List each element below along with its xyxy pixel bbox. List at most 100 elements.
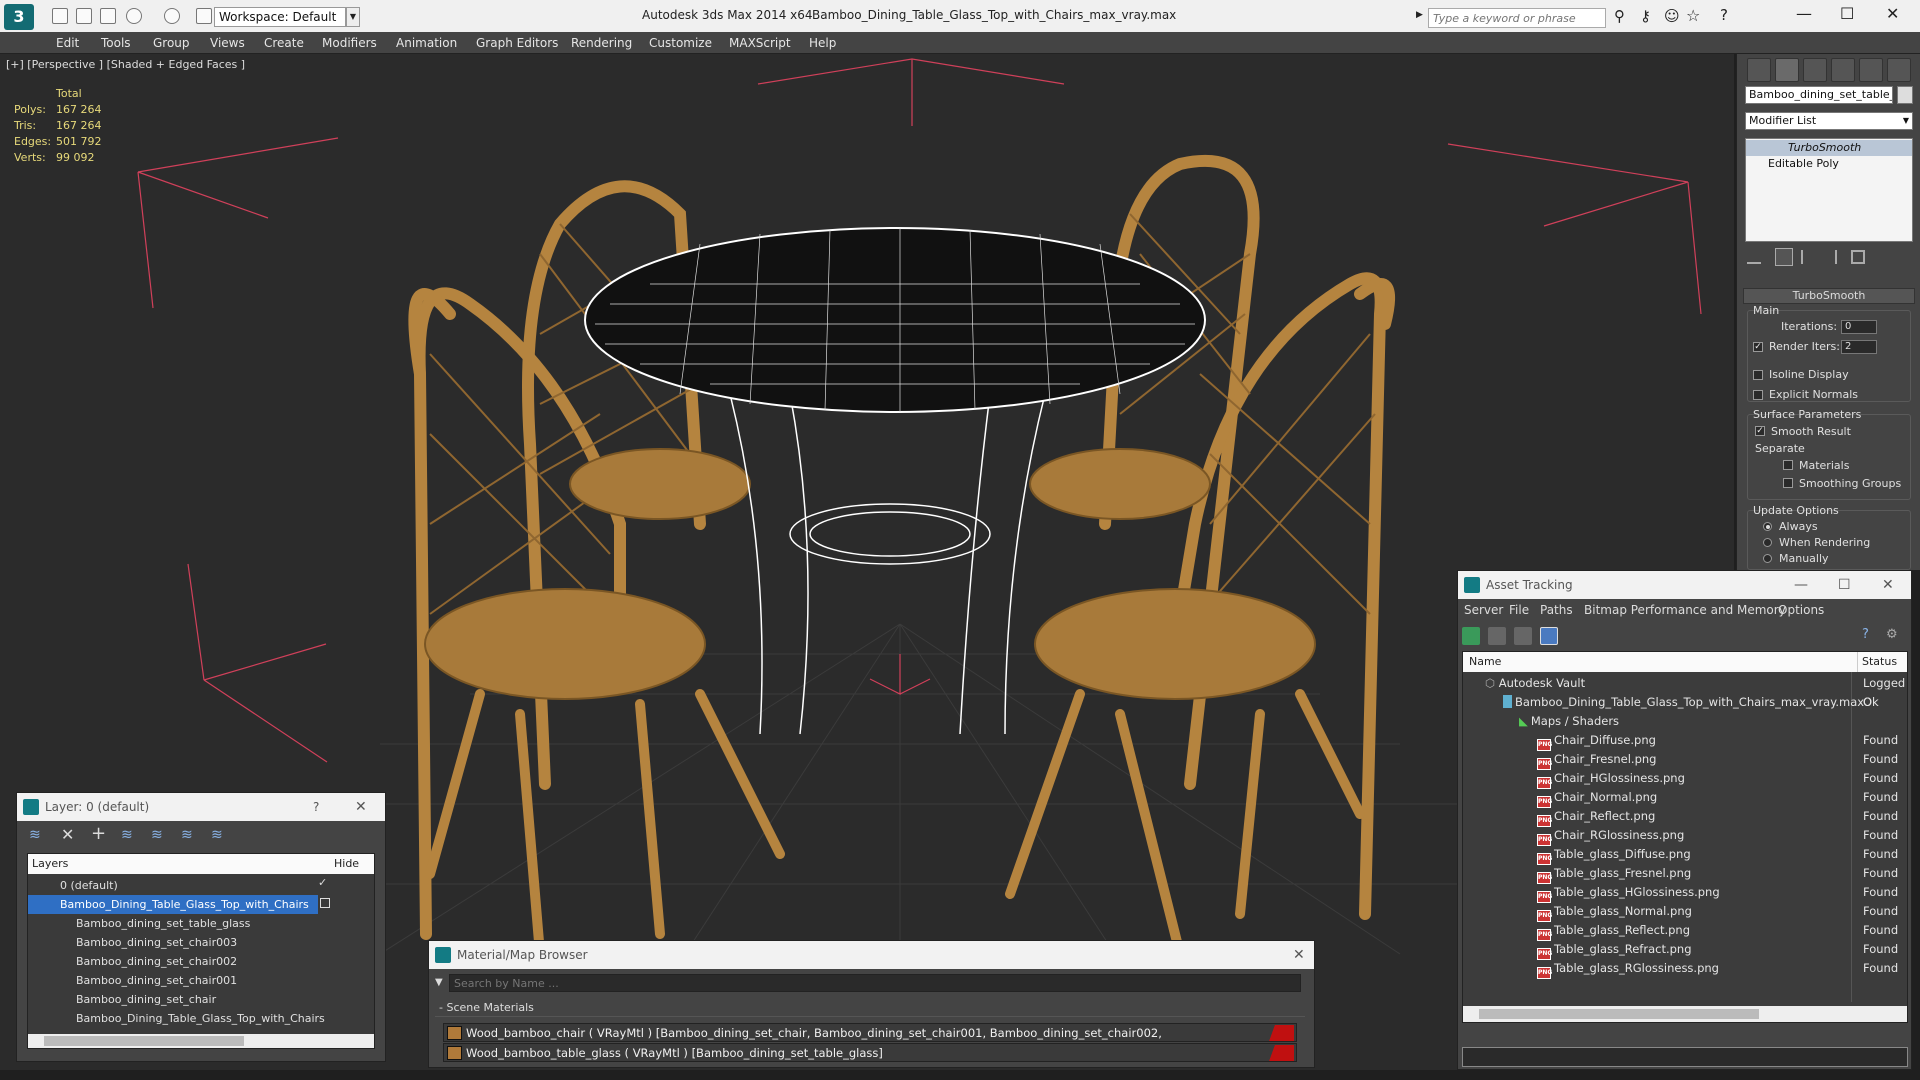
refresh-icon[interactable] xyxy=(1462,627,1480,645)
asset-menu-server[interactable]: Server xyxy=(1464,599,1503,621)
object-row[interactable]: Bamboo_dining_set_chair002 xyxy=(28,952,318,971)
scrollbar-thumb[interactable] xyxy=(1479,1009,1759,1019)
asset-row-png[interactable]: PNG Table_glass_Diffuse.png Found xyxy=(1469,845,1909,865)
key-icon[interactable]: ⚷ xyxy=(1640,7,1651,25)
menu-animation[interactable]: Animation xyxy=(396,36,457,50)
tree-view-icon[interactable] xyxy=(1514,627,1532,645)
render-iters-spinner[interactable]: 2 xyxy=(1841,340,1877,354)
chevron-right-icon[interactable]: ▶ xyxy=(1416,10,1423,20)
horizontal-scrollbar[interactable] xyxy=(28,1034,374,1048)
binoculars-icon[interactable]: ⚲ xyxy=(1614,7,1625,25)
close-icon[interactable]: ✕ xyxy=(1882,571,1894,599)
object-color-swatch[interactable] xyxy=(1897,86,1913,104)
explicit-normals-checkbox[interactable] xyxy=(1753,390,1763,400)
menu-rendering[interactable]: Rendering xyxy=(571,36,632,50)
viewport-label[interactable]: [+] [Perspective ] [Shaded + Edged Faces… xyxy=(6,58,245,71)
modify-tab-icon[interactable] xyxy=(1775,58,1799,82)
col-name[interactable]: Name xyxy=(1469,652,1501,672)
freeze-all-icon[interactable]: ≋ xyxy=(211,827,223,843)
object-row[interactable]: Bamboo_dining_set_chair001 xyxy=(28,971,318,990)
smooth-result-checkbox[interactable]: ✓ xyxy=(1755,426,1765,436)
scrollbar-thumb[interactable] xyxy=(44,1036,244,1046)
object-row[interactable]: Bamboo_Dining_Table_Glass_Top_with_Chair… xyxy=(28,1009,325,1028)
project-folder-icon[interactable] xyxy=(196,8,212,24)
material-search-input[interactable] xyxy=(449,974,1301,992)
iterations-spinner[interactable]: 0 xyxy=(1841,320,1877,334)
workspace-dropdown[interactable]: Workspace: Default xyxy=(214,7,346,27)
motion-tab-icon[interactable] xyxy=(1831,58,1855,82)
asset-menu-bitmap-performance[interactable]: Bitmap Performance and Memory xyxy=(1584,599,1786,621)
object-name-field[interactable]: Bamboo_dining_set_table_gla xyxy=(1745,86,1893,104)
menu-views[interactable]: Views xyxy=(210,36,245,50)
col-layers[interactable]: Layers xyxy=(32,854,68,874)
minimize-icon[interactable]: — xyxy=(1796,4,1812,23)
layer-row-bamboo-dining[interactable]: Bamboo_Dining_Table_Glass_Top_with_Chair… xyxy=(28,895,318,914)
stack-item-turbosmooth[interactable]: TurboSmooth xyxy=(1746,140,1912,156)
object-row[interactable]: Bamboo_dining_set_chair xyxy=(28,990,318,1009)
star-icon[interactable]: ☆ xyxy=(1686,6,1700,25)
stack-item-editable-poly[interactable]: Editable Poly xyxy=(1746,156,1912,172)
hide-all-icon[interactable]: ≋ xyxy=(181,827,193,843)
smoothing-groups-checkbox[interactable] xyxy=(1783,478,1793,488)
list-view-icon[interactable] xyxy=(1488,627,1506,645)
asset-row-max-file[interactable]: Bamboo_Dining_Table_Glass_Top_with_Chair… xyxy=(1469,693,1909,712)
scene-materials-group[interactable]: - Scene Materials xyxy=(435,1001,1305,1017)
menu-customize[interactable]: Customize xyxy=(649,36,712,50)
menu-group[interactable]: Group xyxy=(153,36,190,50)
modifier-list-dropdown[interactable]: Modifier List ▼ xyxy=(1745,112,1913,130)
asset-menu-file[interactable]: File xyxy=(1509,599,1529,621)
always-radio[interactable] xyxy=(1763,522,1772,531)
asset-row-png[interactable]: PNG Table_glass_Normal.png Found xyxy=(1469,902,1909,922)
display-tab-icon[interactable] xyxy=(1859,58,1883,82)
help-icon[interactable]: ? xyxy=(1862,627,1869,642)
asset-row-png[interactable]: PNG Chair_Fresnel.png Found xyxy=(1469,750,1909,770)
asset-menu-paths[interactable]: Paths xyxy=(1540,599,1573,621)
asset-row-png[interactable]: PNG Table_glass_Reflect.png Found xyxy=(1469,921,1909,941)
asset-row-png[interactable]: PNG Chair_RGlossiness.png Found xyxy=(1469,826,1909,846)
materials-checkbox[interactable] xyxy=(1783,460,1793,470)
delete-layer-icon[interactable]: ✕ xyxy=(61,825,74,844)
asset-row-png[interactable]: PNG Table_glass_HGlossiness.png Found xyxy=(1469,883,1909,903)
menu-modifiers[interactable]: Modifiers xyxy=(322,36,377,50)
col-status[interactable]: Status xyxy=(1857,652,1897,672)
asset-row-png[interactable]: PNG Chair_Reflect.png Found xyxy=(1469,807,1909,827)
col-hide[interactable]: Hide xyxy=(334,854,359,874)
asset-row-png[interactable]: PNG Chair_Normal.png Found xyxy=(1469,788,1909,808)
asset-row-png[interactable]: PNG Table_glass_Fresnel.png Found xyxy=(1469,864,1909,884)
menu-create[interactable]: Create xyxy=(264,36,304,50)
close-icon[interactable]: ✕ xyxy=(1293,941,1305,969)
object-row[interactable]: Bamboo_dining_set_table_glass xyxy=(28,914,318,933)
add-selection-icon[interactable]: + xyxy=(91,823,106,844)
minimize-icon[interactable]: — xyxy=(1794,571,1808,599)
save-file-icon[interactable] xyxy=(100,8,116,24)
asset-tracking-titlebar[interactable]: Asset Tracking — ☐ ✕ xyxy=(1458,571,1911,599)
remove-modifier-icon[interactable] xyxy=(1823,250,1837,264)
keyword-search-input[interactable] xyxy=(1428,8,1606,28)
menu-tools[interactable]: Tools xyxy=(101,36,131,50)
menu-edit[interactable]: Edit xyxy=(56,36,79,50)
menu-graph-editors[interactable]: Graph Editors xyxy=(476,36,558,50)
object-row[interactable]: Bamboo_dining_set_chair003 xyxy=(28,933,318,952)
manually-radio[interactable] xyxy=(1763,554,1772,563)
set-active-checkbox[interactable] xyxy=(320,898,330,908)
asset-path-field[interactable] xyxy=(1462,1047,1908,1067)
horizontal-scrollbar[interactable] xyxy=(1463,1006,1907,1022)
asset-row-png[interactable]: PNG Table_glass_Refract.png Found xyxy=(1469,940,1909,960)
when-rendering-radio[interactable] xyxy=(1763,538,1772,547)
maximize-icon[interactable]: ☐ xyxy=(1838,571,1851,599)
isoline-display-checkbox[interactable] xyxy=(1753,370,1763,380)
menu-maxscript[interactable]: MAXScript xyxy=(729,36,791,50)
modifier-stack[interactable]: TurboSmooth Editable Poly xyxy=(1745,138,1913,242)
user-icon[interactable]: ☺ xyxy=(1664,7,1680,25)
undo-icon[interactable] xyxy=(126,8,142,24)
layer-window-titlebar[interactable]: Layer: 0 (default) ? ✕ xyxy=(17,793,385,821)
help-icon[interactable]: ? xyxy=(1720,6,1728,24)
select-objects-icon[interactable]: ≋ xyxy=(121,827,133,843)
make-unique-icon[interactable] xyxy=(1801,250,1815,264)
close-icon[interactable]: ✕ xyxy=(1886,4,1899,23)
redo-icon[interactable] xyxy=(164,8,180,24)
maximize-icon[interactable]: ☐ xyxy=(1840,4,1854,23)
menu-help[interactable]: Help xyxy=(809,36,836,50)
asset-row-png[interactable]: PNG Chair_Diffuse.png Found xyxy=(1469,731,1909,751)
settings-icon[interactable]: ⚙ xyxy=(1886,627,1898,642)
